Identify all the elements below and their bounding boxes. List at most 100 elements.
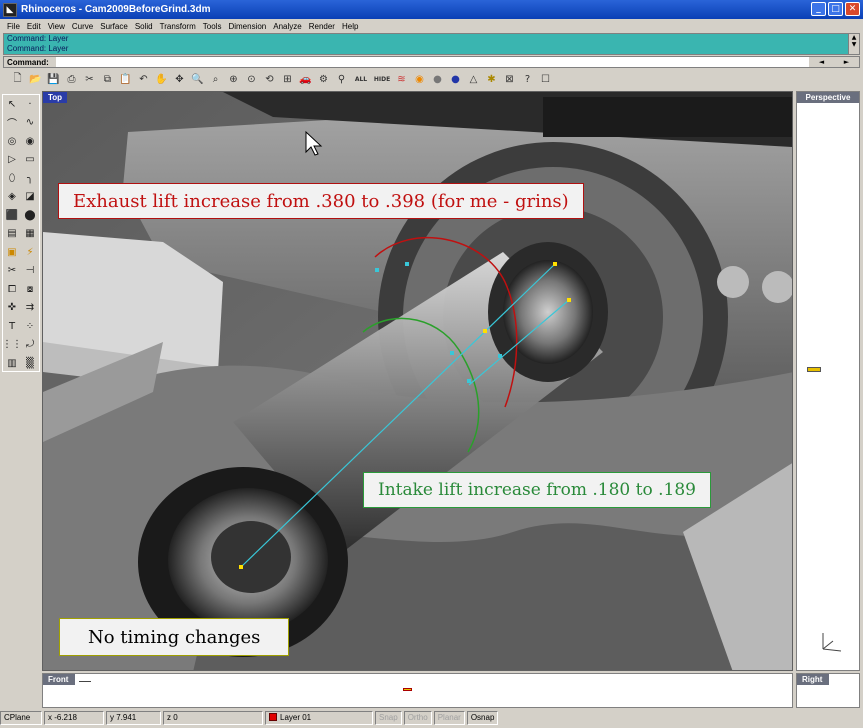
command-input[interactable]: [56, 57, 809, 67]
car-icon[interactable]: 🚗: [297, 71, 314, 87]
select-arrow-icon[interactable]: ↖: [3, 95, 21, 114]
bulb-icon[interactable]: ⚲: [333, 71, 350, 87]
point-icon[interactable]: ·: [21, 95, 39, 114]
viewport-perspective-label[interactable]: Perspective: [797, 92, 859, 103]
snap-toggle[interactable]: Snap: [375, 710, 402, 725]
menu-file[interactable]: File: [4, 22, 24, 31]
surface-corner-icon[interactable]: ◈: [3, 188, 21, 207]
viewport-front[interactable]: Front: [42, 673, 793, 708]
properties-icon[interactable]: ☐: [537, 71, 554, 87]
render-settings-icon[interactable]: ⚙: [315, 71, 332, 87]
command-line: Command: ◄ ►: [3, 56, 860, 68]
osnap-toggle[interactable]: Osnap: [466, 710, 499, 725]
trim-icon[interactable]: ✂: [3, 262, 21, 281]
extrude-icon[interactable]: ▤: [3, 225, 21, 244]
boolean-icon[interactable]: ⬤: [21, 206, 39, 225]
grid-snap-icon[interactable]: ⊠: [501, 71, 518, 87]
curve-icon[interactable]: ∿: [21, 114, 39, 133]
light-icon[interactable]: △: [465, 71, 482, 87]
box-icon[interactable]: ⬛: [3, 206, 21, 225]
menu-help[interactable]: Help: [339, 22, 362, 31]
surface-edit-icon[interactable]: ◪: [21, 188, 39, 207]
rhino-app-icon[interactable]: ◣: [3, 2, 17, 17]
title-bar[interactable]: ◣ Rhinoceros - Cam2009BeforeGrind.3dm _ …: [0, 0, 863, 19]
menu-dimension[interactable]: Dimension: [225, 22, 270, 31]
project-icon[interactable]: ⤾: [21, 336, 39, 355]
copy-transform-icon[interactable]: ⇉: [21, 299, 39, 318]
control-points-icon[interactable]: ⁘: [21, 317, 39, 336]
new-file-icon[interactable]: 🗋: [9, 71, 26, 87]
fillet-icon[interactable]: ╮: [21, 169, 39, 188]
planar-toggle[interactable]: Planar: [433, 710, 465, 725]
options-gear-icon[interactable]: ✱: [483, 71, 500, 87]
menu-view[interactable]: View: [45, 22, 69, 31]
menu-solid[interactable]: Solid: [132, 22, 157, 31]
ellipse-icon[interactable]: ⬯: [3, 169, 21, 188]
dimension-icon[interactable]: ▣: [3, 243, 21, 262]
command-left-arrow-icon[interactable]: ◄: [819, 58, 824, 66]
viewport-top[interactable]: Top Exhaust lift increase from .380 to .…: [42, 91, 793, 671]
print-icon[interactable]: ⎙: [63, 71, 80, 87]
arc-icon[interactable]: ◉: [21, 132, 39, 151]
menu-transform[interactable]: Transform: [157, 22, 200, 31]
viewport-right[interactable]: Right: [796, 673, 860, 708]
zoom-dynamic-icon[interactable]: 🔍: [189, 71, 206, 87]
menu-bar: File Edit View Curve Surface Solid Trans…: [0, 19, 863, 33]
shaded-sphere-icon[interactable]: ●: [429, 71, 446, 87]
hide-button[interactable]: HIDE: [372, 71, 392, 87]
main-toolbar-left: ↖ · ⌒ ∿ ◎ ◉ ▷ ▭ ⬯ ╮ ◈ ◪ ⬛ ⬤ ▤ ▦ ▣ ⚡ ✂ ⊣ …: [2, 94, 40, 372]
minimize-button[interactable]: _: [811, 2, 826, 16]
ortho-toggle[interactable]: Ortho: [403, 710, 432, 725]
layers-icon[interactable]: ≋: [393, 71, 410, 87]
menu-tools[interactable]: Tools: [200, 22, 226, 31]
render-sphere-icon[interactable]: ●: [447, 71, 464, 87]
group-icon[interactable]: ⧠: [3, 280, 21, 299]
split-icon[interactable]: ⊣: [21, 262, 39, 281]
analyze-icon[interactable]: ⚡: [21, 243, 39, 262]
current-layer[interactable]: Layer 01: [265, 710, 373, 725]
open-file-icon[interactable]: 📂: [27, 71, 44, 87]
color-wheel-icon[interactable]: ◉: [411, 71, 428, 87]
menu-render[interactable]: Render: [306, 22, 339, 31]
more-tools-icon[interactable]: ▒: [21, 354, 39, 373]
menu-analyze[interactable]: Analyze: [270, 22, 305, 31]
mesh-icon[interactable]: ▦: [21, 225, 39, 244]
circle-icon[interactable]: ◎: [3, 132, 21, 151]
rectangle-icon[interactable]: ▭: [21, 151, 39, 170]
layout-icon[interactable]: ▥: [3, 354, 21, 373]
object-preview-icon: [403, 688, 412, 691]
move-icon[interactable]: ✜: [3, 299, 21, 318]
close-button[interactable]: ✕: [845, 2, 860, 16]
rotate-view-icon[interactable]: ✥: [171, 71, 188, 87]
pan-hand-icon[interactable]: ✋: [153, 71, 170, 87]
ungroup-icon[interactable]: ⧇: [21, 280, 39, 299]
command-history[interactable]: Command: Layer Command: Layer ▲ ▼: [3, 33, 860, 55]
viewport-front-label[interactable]: Front: [43, 674, 75, 685]
undo-view-icon[interactable]: ⟲: [261, 71, 278, 87]
viewport-right-label[interactable]: Right: [797, 674, 829, 685]
zoom-extents-icon[interactable]: ⊕: [225, 71, 242, 87]
viewport-top-label[interactable]: Top: [43, 92, 68, 103]
cplane-indicator[interactable]: CPlane: [0, 710, 42, 725]
zoom-window-icon[interactable]: ⌕: [207, 71, 224, 87]
paste-icon[interactable]: 📋: [117, 71, 134, 87]
array-icon[interactable]: ⋮⋮: [2, 336, 22, 355]
undo-icon[interactable]: ↶: [135, 71, 152, 87]
maximize-button[interactable]: □: [828, 2, 843, 16]
menu-curve[interactable]: Curve: [69, 22, 97, 31]
viewport-perspective[interactable]: Perspective: [796, 91, 860, 671]
show-all-button[interactable]: ALL: [351, 71, 371, 87]
polygon-icon[interactable]: ▷: [3, 151, 21, 170]
four-viewports-icon[interactable]: ⊞: [279, 71, 296, 87]
command-history-scrollbar[interactable]: ▲ ▼: [848, 34, 859, 54]
command-right-arrow-icon[interactable]: ►: [844, 58, 849, 66]
text-icon[interactable]: T: [3, 317, 21, 336]
zoom-selected-icon[interactable]: ⊙: [243, 71, 260, 87]
menu-surface[interactable]: Surface: [97, 22, 132, 31]
help-icon[interactable]: ?: [519, 71, 536, 87]
menu-edit[interactable]: Edit: [24, 22, 45, 31]
cut-icon[interactable]: ✂: [81, 71, 98, 87]
save-icon[interactable]: 💾: [45, 71, 62, 87]
polyline-icon[interactable]: ⌒: [3, 114, 21, 133]
copy-icon[interactable]: ⧉: [99, 71, 116, 87]
